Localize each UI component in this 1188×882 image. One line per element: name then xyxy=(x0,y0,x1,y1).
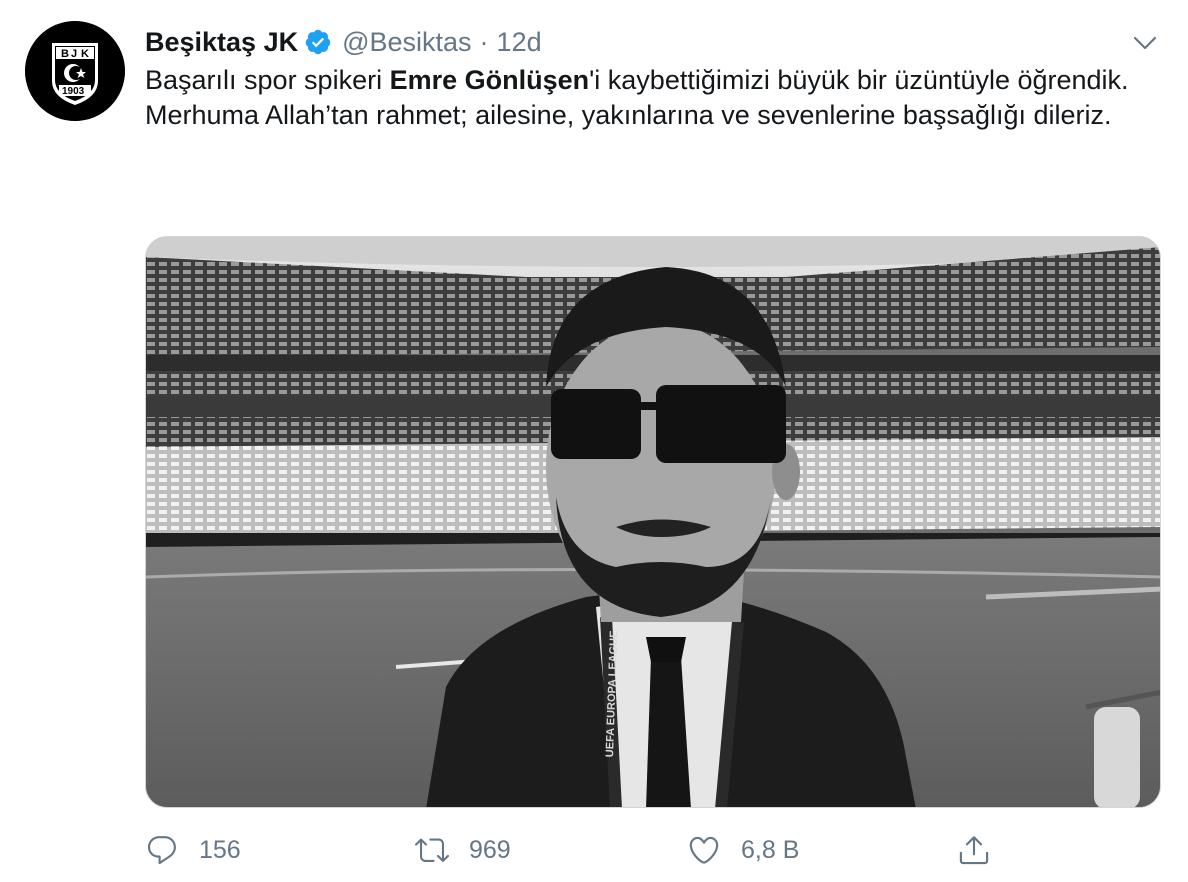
retweet-icon xyxy=(415,838,449,862)
display-name[interactable]: Beşiktaş JK xyxy=(145,27,298,58)
retweet-button[interactable]: 969 xyxy=(415,830,511,870)
chevron-down-icon[interactable] xyxy=(1130,32,1160,54)
tweet-line-1: Başarılı spor spikeri Emre Gönlüşen'i ka… xyxy=(145,63,1155,98)
handle[interactable]: @Besiktas xyxy=(342,27,471,58)
timestamp[interactable]: 12d xyxy=(497,27,542,58)
avatar-letter-j: J xyxy=(71,48,77,60)
tweet[interactable]: B J K 1903 Beşiktaş JK @Besiktas · 12d B… xyxy=(0,0,1188,882)
action-bar: 156 969 6,8 B xyxy=(145,830,1025,870)
tweet-line-1-post: 'i kaybettiğimizi büyük bir üzüntüyle öğ… xyxy=(589,65,1129,95)
tweet-line-2: Merhuma Allah’tan rahmet; ailesine, yakı… xyxy=(145,100,1112,130)
retweet-count: 969 xyxy=(469,835,511,864)
share-button[interactable] xyxy=(957,830,991,870)
avatar-year: 1903 xyxy=(62,86,85,97)
tweet-photo[interactable]: UEFA EUROPA LEAGUE xyxy=(145,236,1161,808)
share-icon xyxy=(959,836,989,865)
tweet-header: Beşiktaş JK @Besiktas · 12d xyxy=(145,24,542,60)
heart-icon xyxy=(689,836,719,864)
avatar-letter-b: B xyxy=(61,48,69,60)
photo-canvas xyxy=(146,237,1160,807)
tweet-text: Başarılı spor spikeri Emre Gönlüşen'i ka… xyxy=(145,63,1155,133)
like-count: 6,8 B xyxy=(741,835,800,864)
reply-count: 156 xyxy=(199,835,241,864)
like-button[interactable]: 6,8 B xyxy=(687,830,799,870)
reply-button[interactable]: 156 xyxy=(145,830,241,870)
verified-badge-icon xyxy=(305,29,331,55)
tweet-line-1-pre: Başarılı spor spikeri xyxy=(145,65,390,95)
avatar-letter-k: K xyxy=(81,48,89,60)
besiktas-crest-icon: B J K 1903 xyxy=(25,21,125,121)
separator-dot: · xyxy=(479,26,489,57)
avatar[interactable]: B J K 1903 xyxy=(25,21,125,121)
reply-icon xyxy=(147,836,176,865)
mentioned-name: Emre Gönlüşen xyxy=(389,65,590,95)
